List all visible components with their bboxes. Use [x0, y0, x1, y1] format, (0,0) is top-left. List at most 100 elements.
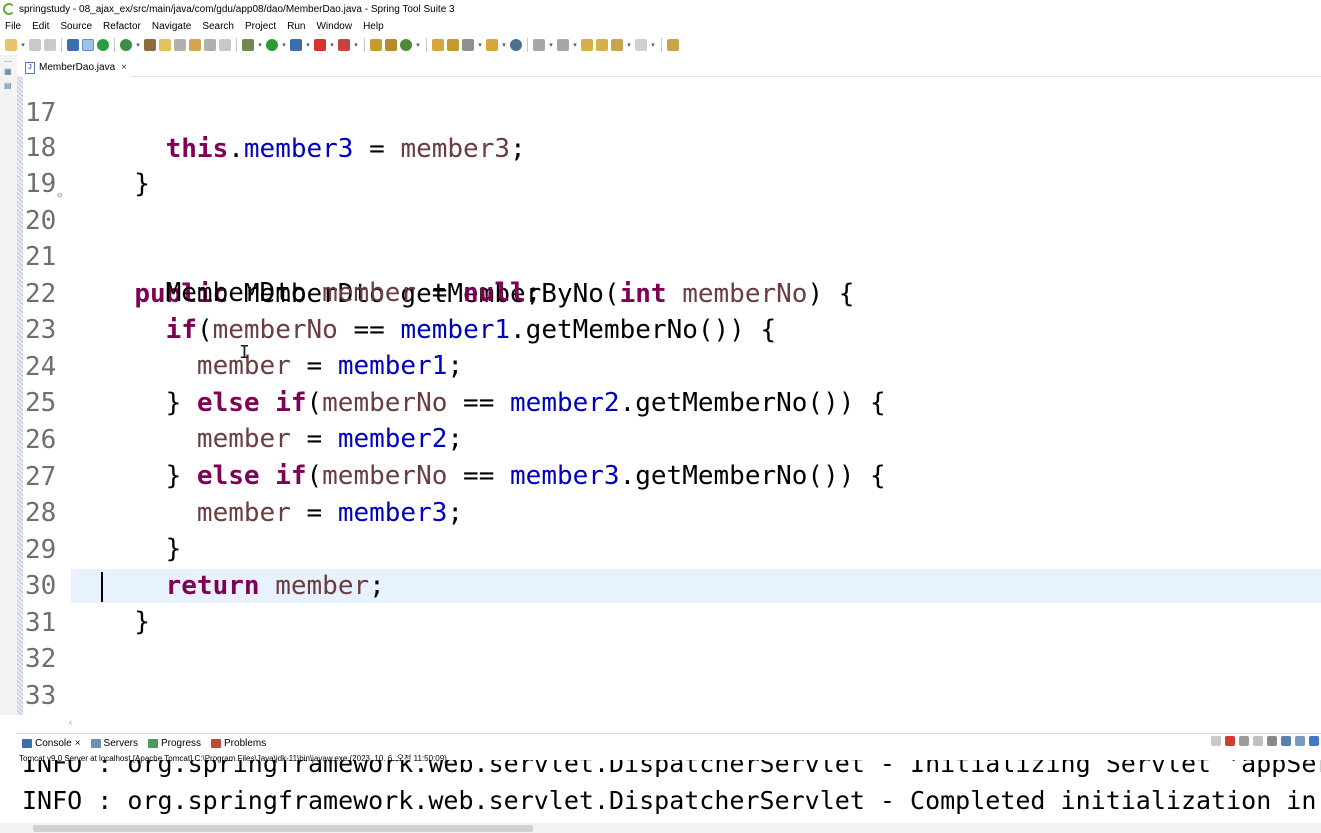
editor-tab-memberdao[interactable]: J MemberDao.java ×: [21, 58, 131, 77]
stop-icon[interactable]: [314, 39, 326, 51]
remove-launch-icon[interactable]: [1239, 736, 1249, 746]
code-line: 34: [17, 677, 1321, 714]
history-icon[interactable]: [596, 39, 608, 51]
whitespace-icon[interactable]: [219, 39, 231, 51]
close-icon[interactable]: ×: [121, 62, 127, 73]
dropdown-arrow-icon[interactable]: ▾: [415, 41, 421, 49]
ibeam-cursor-icon: I: [239, 342, 250, 363]
menu-navigate[interactable]: Navigate: [152, 21, 191, 32]
menu-search[interactable]: Search: [202, 21, 234, 32]
new-java-project-icon[interactable]: [370, 39, 382, 51]
tab-console[interactable]: Console ×: [17, 738, 86, 749]
display-console-icon[interactable]: [1309, 736, 1319, 746]
dropdown-arrow-icon[interactable]: ▾: [281, 41, 287, 49]
remove-all-icon[interactable]: [1253, 736, 1263, 746]
dropdown-arrow-icon[interactable]: ▾: [353, 41, 359, 49]
console-horizontal-scrollbar[interactable]: [0, 823, 1321, 833]
console-tab-bar: Console × Servers Progress Problems: [17, 733, 1321, 753]
dropdown-arrow-icon[interactable]: ▾: [20, 41, 26, 49]
main-toolbar: ▾ ▾ ▾ ▾ ▾ ▾ ▾ ▾ ▾ ▾ ▾ ▾ ▾ ▾: [0, 35, 1321, 55]
new-class-icon[interactable]: [400, 39, 412, 51]
dropdown-arrow-icon[interactable]: ▾: [305, 41, 311, 49]
spring-boot-icon[interactable]: [97, 39, 109, 51]
terminal-icon[interactable]: [67, 39, 79, 51]
dropdown-arrow-icon[interactable]: ▾: [501, 41, 507, 49]
toolbar-separator: [114, 38, 115, 52]
dropdown-arrow-icon[interactable]: ▾: [329, 41, 335, 49]
left-view-strip: ⋯ ▦ ▤: [0, 55, 17, 715]
code-line: 28 }: [17, 458, 1321, 565]
external-tools-icon[interactable]: [338, 39, 350, 51]
new-package-icon[interactable]: [385, 39, 397, 51]
save-icon[interactable]: [29, 39, 41, 51]
dropdown-arrow-icon[interactable]: ▾: [650, 41, 656, 49]
clear-console-icon[interactable]: [1267, 736, 1277, 746]
menu-edit[interactable]: Edit: [32, 21, 49, 32]
dropdown-arrow-icon[interactable]: ▾: [626, 41, 632, 49]
dropdown-arrow-icon[interactable]: ▾: [135, 41, 141, 49]
code-line: 25 member = member2;: [17, 348, 1321, 455]
console-line: INFO : org.springframework.web.servlet.D…: [22, 786, 1321, 815]
spring-logo-icon: [3, 3, 15, 15]
refresh-icon[interactable]: [120, 39, 132, 51]
tab-progress[interactable]: Progress: [143, 738, 206, 749]
code-line: 27 member = member3;: [17, 422, 1321, 529]
console-output[interactable]: INFO : org.springframework.web.servlet.D…: [0, 760, 1321, 824]
tab-problems[interactable]: Problems: [206, 738, 271, 749]
debug-icon[interactable]: [242, 39, 254, 51]
scroll-left-icon[interactable]: ‹: [69, 717, 72, 727]
scroll-lock-icon[interactable]: [1281, 736, 1291, 746]
tab-progress-label: Progress: [161, 738, 202, 749]
package-explorer-icon[interactable]: ▦: [4, 67, 13, 76]
dropdown-arrow-icon[interactable]: ▾: [477, 41, 483, 49]
terminate-icon[interactable]: [1225, 736, 1235, 746]
code-line: 26 } else if(memberNo == member3.getMemb…: [17, 385, 1321, 492]
menu-window[interactable]: Window: [316, 21, 352, 32]
scrollbar-thumb[interactable]: [33, 825, 533, 832]
pin-console-icon[interactable]: [1211, 736, 1221, 746]
globe-icon[interactable]: [510, 39, 522, 51]
edit-pencil-icon[interactable]: [462, 39, 474, 51]
next-annotation-icon[interactable]: [533, 39, 545, 51]
coverage-icon[interactable]: [290, 39, 302, 51]
menu-run[interactable]: Run: [287, 21, 305, 32]
menu-project[interactable]: Project: [245, 21, 276, 32]
block-selection-icon[interactable]: [204, 39, 216, 51]
code-line: 19: [17, 129, 1321, 199]
link-icon[interactable]: [174, 39, 186, 51]
open-task-icon[interactable]: [486, 39, 498, 51]
highlight-icon[interactable]: [159, 39, 171, 51]
open-folder-icon[interactable]: [447, 39, 459, 51]
dropdown-arrow-icon[interactable]: ▾: [257, 41, 263, 49]
forward-icon[interactable]: [635, 39, 647, 51]
tab-servers[interactable]: Servers: [86, 738, 143, 749]
pin-icon[interactable]: [144, 39, 156, 51]
dropdown-arrow-icon[interactable]: ▾: [548, 41, 554, 49]
last-edit-icon[interactable]: [581, 39, 593, 51]
menu-source[interactable]: Source: [60, 21, 92, 32]
previous-annotation-icon[interactable]: [557, 39, 569, 51]
code-line: 21 MemberDto member = null;: [17, 202, 1321, 309]
word-wrap-icon[interactable]: [1295, 736, 1305, 746]
toolbar-separator: [364, 38, 365, 52]
menu-help[interactable]: Help: [363, 21, 384, 32]
more-views-icon[interactable]: ⋯: [4, 57, 13, 66]
open-type-icon[interactable]: [432, 39, 444, 51]
save-all-icon[interactable]: [44, 39, 56, 51]
new-icon[interactable]: [5, 39, 17, 51]
editor-horizontal-scrollbar[interactable]: ‹: [17, 715, 1321, 729]
back-icon[interactable]: [611, 39, 623, 51]
toolbar-separator: [61, 38, 62, 52]
menu-file[interactable]: File: [5, 21, 21, 32]
annotation-icon[interactable]: [189, 39, 201, 51]
run-icon[interactable]: [266, 39, 278, 51]
outline-icon[interactable]: ▤: [4, 81, 13, 90]
skip-breakpoints-icon[interactable]: [82, 39, 94, 51]
pin-editor-icon[interactable]: [667, 39, 679, 51]
code-line: 22 if(memberNo == member1.getMemberNo())…: [17, 239, 1321, 346]
close-icon[interactable]: ×: [75, 738, 81, 749]
menu-refactor[interactable]: Refactor: [103, 21, 141, 32]
code-editor[interactable]: 17 this.member3 = member3; 18 } 19 20 ⊖ …: [17, 77, 1321, 715]
dropdown-arrow-icon[interactable]: ▾: [572, 41, 578, 49]
tab-servers-label: Servers: [103, 738, 138, 749]
